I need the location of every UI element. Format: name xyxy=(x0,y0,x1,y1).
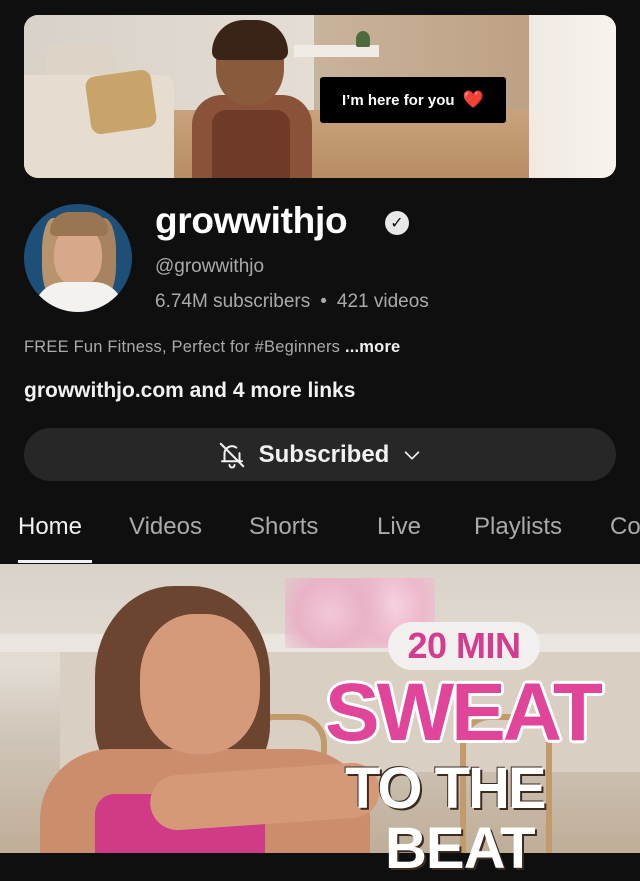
description-more-link[interactable]: ...more xyxy=(345,338,401,356)
channel-name: growwithjo xyxy=(155,200,348,241)
channel-tabs: Home Videos Shorts Live Playlists Co xyxy=(0,505,640,563)
channel-description[interactable]: FREE Fun Fitness, Perfect for #Beginners… xyxy=(24,338,400,357)
banner-bg xyxy=(529,15,616,178)
primary-link[interactable]: growwithjo.com xyxy=(24,379,184,402)
video-duration-badge: 20 MIN xyxy=(388,622,540,670)
video-title-sweat: SWEAT xyxy=(325,667,603,758)
banner-caption: I’m here for you ❤️ xyxy=(320,77,506,123)
channel-stats: 6.74M subscribers • 421 videos xyxy=(155,291,429,313)
avatar-part xyxy=(34,282,124,312)
subscribed-button[interactable]: Subscribed xyxy=(24,428,616,481)
banner-person xyxy=(212,110,290,178)
video-title-beat: BEAT xyxy=(385,816,536,881)
video-title-to-the: TO THE xyxy=(345,756,547,821)
more-links[interactable]: and 4 more links xyxy=(190,379,356,402)
channel-banner[interactable]: I’m here for you ❤️ xyxy=(24,15,616,178)
heart-icon: ❤️ xyxy=(462,90,484,109)
tab-community[interactable]: Co xyxy=(610,513,640,541)
description-text: FREE Fun Fitness, Perfect for #Beginners xyxy=(24,338,341,356)
banner-bg xyxy=(356,31,370,47)
channel-handle: @growwithjo xyxy=(155,256,265,277)
channel-avatar[interactable] xyxy=(24,204,132,312)
video-count: 421 videos xyxy=(336,291,429,312)
tab-live[interactable]: Live xyxy=(377,513,421,541)
subscriber-count: 6.74M subscribers xyxy=(155,291,311,312)
tab-home[interactable]: Home xyxy=(18,513,82,541)
tab-videos[interactable]: Videos xyxy=(129,513,202,541)
verified-check-icon: ✓ xyxy=(385,211,409,235)
active-tab-indicator xyxy=(18,560,92,563)
tab-playlists[interactable]: Playlists xyxy=(474,513,562,541)
subscribed-label: Subscribed xyxy=(258,440,390,468)
bell-off-icon xyxy=(219,442,244,468)
stats-separator: • xyxy=(320,291,327,312)
thumb-person xyxy=(140,614,260,754)
banner-caption-text: I’m here for you xyxy=(342,91,455,109)
avatar-part xyxy=(50,212,108,236)
banner-bg xyxy=(84,68,158,136)
tab-shorts[interactable]: Shorts xyxy=(249,513,318,541)
channel-links[interactable]: growwithjo.com and 4 more links xyxy=(24,379,355,403)
chevron-down-icon xyxy=(405,450,420,459)
